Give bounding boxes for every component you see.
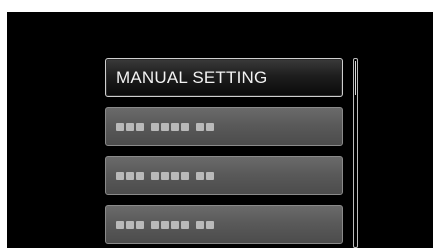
menu-item-manual-setting[interactable]: MANUAL SETTING xyxy=(105,58,343,97)
menu-item-placeholder[interactable] xyxy=(105,156,343,195)
placeholder-text xyxy=(116,220,214,230)
menu-item-placeholder[interactable] xyxy=(105,107,343,146)
scrollbar[interactable] xyxy=(353,58,358,248)
menu-screen: MANUAL SETTING xyxy=(7,12,433,248)
menu-item-label: MANUAL SETTING xyxy=(116,67,268,87)
menu-item-placeholder[interactable] xyxy=(105,205,343,244)
scrollbar-thumb[interactable] xyxy=(355,61,356,95)
placeholder-text xyxy=(116,122,214,132)
camera-menu-screenshot: MANUAL SETTING xyxy=(0,0,440,248)
menu-list: MANUAL SETTING xyxy=(105,58,343,248)
placeholder-text xyxy=(116,171,214,181)
